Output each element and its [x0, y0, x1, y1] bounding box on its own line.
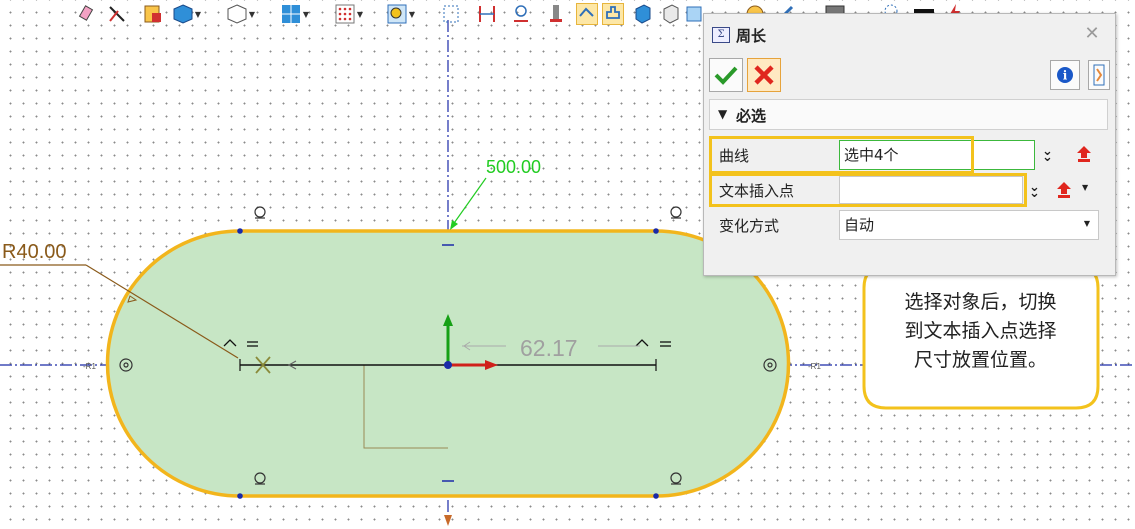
constraint-icon[interactable] — [576, 3, 598, 25]
box-view-icon[interactable] — [660, 3, 682, 25]
dimension-frame-icon[interactable] — [440, 3, 462, 25]
insert-row-highlight — [709, 173, 1027, 207]
chevron-down-icon[interactable]: ▼ — [408, 3, 416, 25]
close-icon[interactable]: ✕ — [1083, 25, 1101, 43]
cross-icon — [754, 65, 774, 85]
solid-view-icon[interactable] — [172, 3, 194, 25]
chevron-down-icon: ▼ — [1083, 219, 1090, 228]
required-section-header[interactable]: ▼ 必选 — [709, 99, 1108, 130]
chevron-down-icon[interactable]: ▼ — [302, 3, 310, 25]
change-mode-select[interactable]: 自动 ▼ — [839, 210, 1099, 240]
curve-list-icon[interactable] — [142, 3, 164, 25]
chevron-down-icon[interactable]: ▼ — [194, 3, 202, 25]
radius-dimension-text[interactable]: R40.00 — [2, 241, 67, 263]
curve-row-highlight — [709, 136, 974, 174]
change-mode-label: 变化方式 — [719, 217, 780, 235]
collapse-arrow-icon[interactable]: ▼ — [718, 107, 727, 121]
expand-panel-button[interactable] — [1088, 60, 1110, 90]
double-chevron-icon — [1093, 64, 1105, 86]
view-cube-icon[interactable] — [632, 3, 654, 25]
callout-line: 到文本插入点选择 — [904, 320, 1057, 342]
section-title: 必选 — [736, 107, 767, 125]
svg-text:i: i — [1063, 69, 1068, 83]
tangent-point[interactable] — [653, 493, 659, 499]
pick-point-icon[interactable] — [1075, 145, 1093, 163]
svg-text:-R1: -R1 — [808, 362, 821, 371]
chevron-down-icon[interactable]: ▼ — [248, 3, 256, 25]
callout-text: 选择对象后，切换 到文本插入点选择 尺寸放置位置。 — [878, 288, 1083, 375]
change-mode-row: 变化方式 自动 ▼ — [709, 209, 1108, 240]
svg-text:-R1: -R1 — [83, 362, 96, 371]
wireframe-view-icon[interactable] — [226, 3, 248, 25]
grid-icon[interactable] — [334, 3, 356, 25]
chevron-down-icon[interactable]: ▼ — [1082, 183, 1088, 192]
trim-icon[interactable] — [106, 3, 128, 25]
perimeter-icon[interactable] — [602, 3, 624, 25]
pick-point-icon[interactable] — [1055, 181, 1073, 199]
dialog-title: 周长 — [736, 27, 767, 45]
ok-button[interactable] — [709, 58, 743, 92]
erase-icon[interactable] — [76, 3, 98, 25]
zoom-icon[interactable] — [386, 3, 408, 25]
change-mode-value: 自动 — [844, 216, 875, 234]
callout-line: 尺寸放置位置。 — [913, 349, 1047, 371]
length-dimension-leader — [451, 177, 487, 227]
callout-line: 选择对象后，切换 — [904, 291, 1057, 313]
tangent-point[interactable] — [237, 493, 243, 499]
perimeter-dimension-text[interactable]: 62.17 — [520, 335, 578, 361]
view-layout-icon[interactable] — [280, 3, 302, 25]
tangent-point[interactable] — [653, 228, 659, 234]
checkmark-icon — [714, 66, 738, 85]
chevron-down-icon[interactable]: ▼ — [356, 3, 364, 25]
sigma-icon: Σ — [712, 27, 730, 43]
cancel-button[interactable] — [747, 58, 781, 92]
tangent-point[interactable] — [237, 228, 243, 234]
linear-dimension-icon[interactable] — [476, 3, 498, 25]
bar-icon[interactable] — [546, 3, 568, 25]
info-icon: i — [1057, 67, 1073, 83]
info-button[interactable]: i — [1050, 60, 1080, 90]
dialog-title-bar: Σ 周长 ✕ — [704, 14, 1115, 54]
perimeter-dialog: Σ 周长 ✕ i ▼ 必选 曲线 选中4个 ⌄ ⌄ 文本插入点 ⌄ ⌄ ▼ 变化… — [703, 13, 1116, 276]
radius-dimension-icon[interactable] — [510, 3, 532, 25]
length-dimension-text[interactable]: 500.00 — [486, 157, 541, 177]
